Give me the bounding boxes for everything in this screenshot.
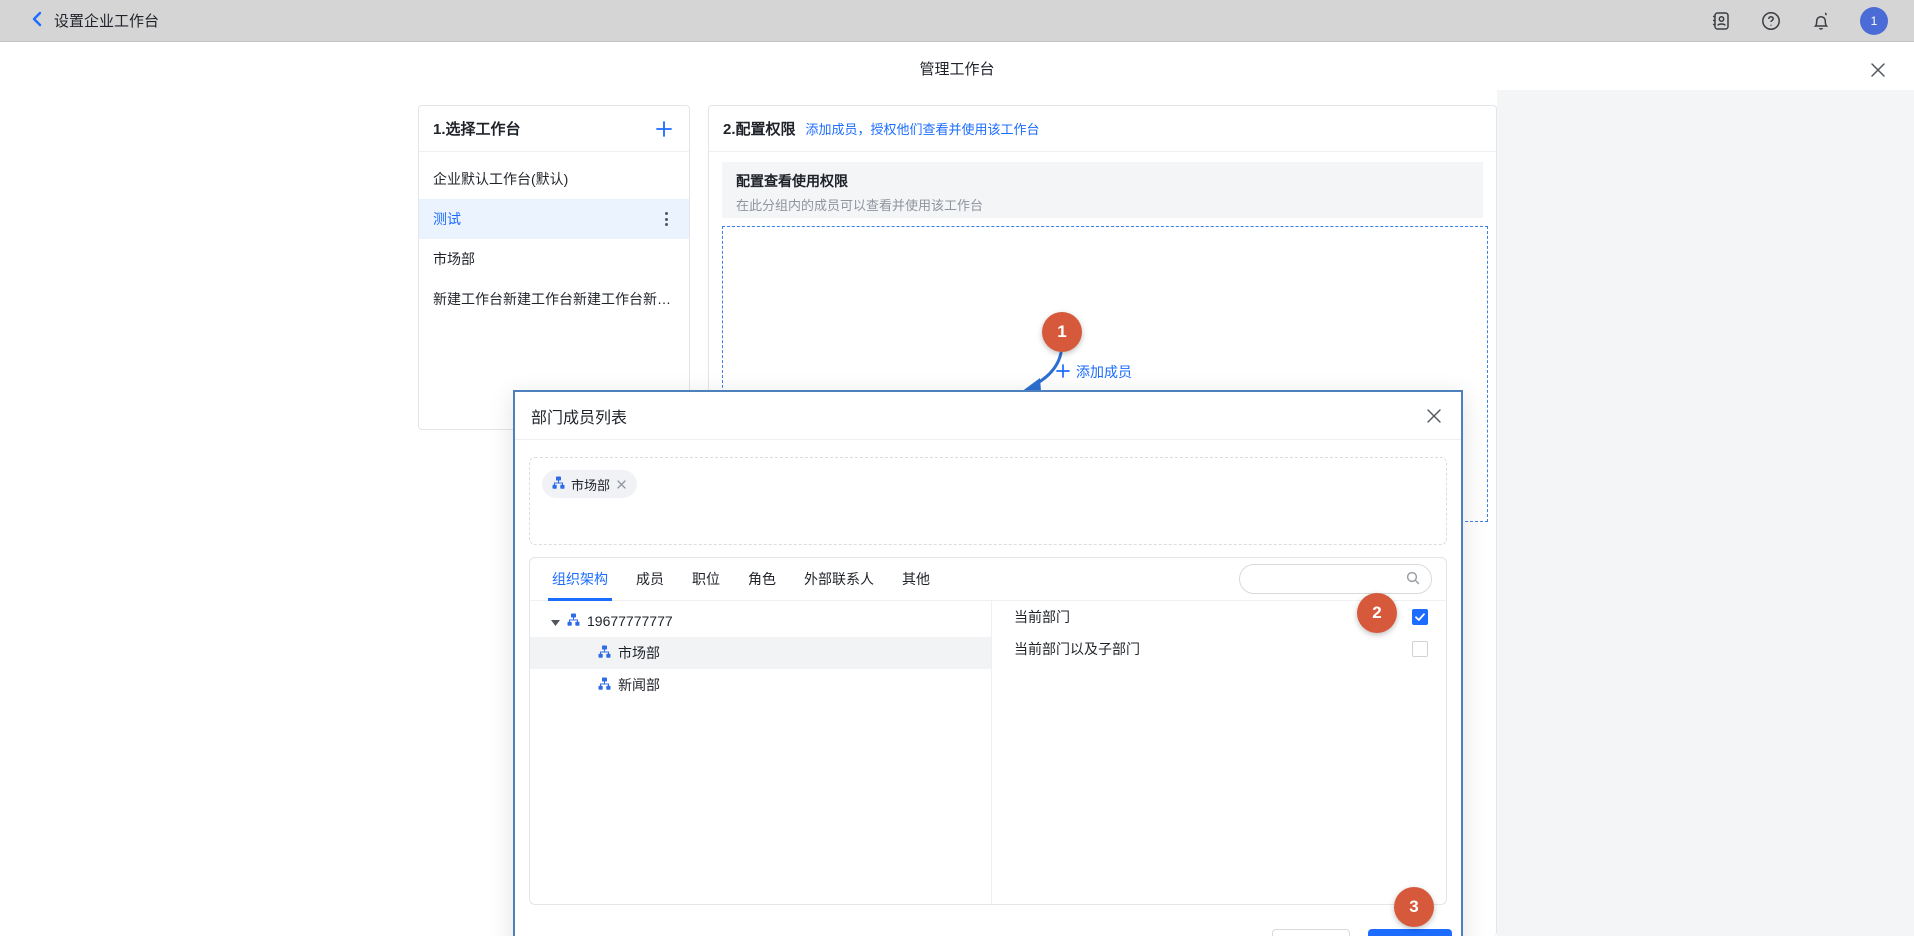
option-current-and-sub-dept: 当前部门以及子部门 <box>992 633 1446 665</box>
perm-section-header: 配置查看使用权限 在此分组内的成员可以查看并使用该工作台 <box>722 162 1483 218</box>
user-avatar[interactable]: 1 <box>1860 7 1888 35</box>
org-icon <box>567 613 580 629</box>
org-icon <box>598 645 611 661</box>
remove-tag-icon[interactable] <box>616 479 627 490</box>
tab-org-structure[interactable]: 组织架构 <box>552 558 608 601</box>
back-label: 设置企业工作台 <box>54 10 159 31</box>
step-badge-2: 2 <box>1357 593 1397 633</box>
picker-search <box>1239 564 1432 594</box>
tree-node-company[interactable]: 19677777777 <box>530 605 991 637</box>
tab-members[interactable]: 成员 <box>636 558 664 601</box>
app-root: 设置企业工作台 <box>0 0 1914 936</box>
tree-node-label: 19677777777 <box>587 613 673 629</box>
selected-tag: 市场部 <box>542 470 637 498</box>
page-title: 管理工作台 <box>0 58 1914 79</box>
checkbox-current-dept[interactable] <box>1412 609 1428 625</box>
right-gutter <box>1497 90 1914 936</box>
selected-tag-label: 市场部 <box>571 475 610 494</box>
caret-down-icon[interactable] <box>551 613 560 629</box>
cancel-button[interactable] <box>1272 929 1350 936</box>
option-label: 当前部门以及子部门 <box>1014 639 1140 659</box>
tab-roles[interactable]: 角色 <box>748 558 776 601</box>
checkbox-current-and-sub-dept[interactable] <box>1412 641 1428 657</box>
topbar-actions: 1 <box>1710 7 1888 35</box>
modal-header: 部门成员列表 <box>515 392 1461 440</box>
search-icon <box>1405 570 1421 589</box>
modal-close-icon[interactable] <box>1423 405 1445 427</box>
scope-options: 当前部门 当前部门以及子部门 <box>992 601 1446 904</box>
help-icon[interactable] <box>1760 10 1782 32</box>
perm-section-title: 配置查看使用权限 <box>736 171 1469 191</box>
tree-node-label: 市场部 <box>618 643 660 663</box>
back-nav[interactable]: 设置企业工作台 <box>30 10 159 31</box>
tree-node-label: 新闻部 <box>618 675 660 695</box>
org-icon <box>598 677 611 693</box>
department-member-modal: 部门成员列表 市场部 <box>513 390 1463 936</box>
workspace-list: 企业默认工作台(默认) 测试 市场部 新建工作台新建工作台新建工作台新建... <box>419 152 689 319</box>
step-badge-3: 3 <box>1394 887 1434 927</box>
org-tree: 19677777777 市场部 <box>530 601 992 904</box>
picker-tabs: 组织架构 成员 职位 角色 外部联系人 其他 <box>530 558 1446 601</box>
workspace-item-test[interactable]: 测试 <box>419 199 689 239</box>
member-picker: 组织架构 成员 职位 角色 外部联系人 其他 <box>529 557 1447 905</box>
tree-node-market-dept[interactable]: 市场部 <box>530 637 991 669</box>
search-input[interactable] <box>1250 571 1405 588</box>
notification-bell-icon[interactable] <box>1810 10 1832 32</box>
workspace-item-default[interactable]: 企业默认工作台(默认) <box>419 159 689 199</box>
picker-body: 19677777777 市场部 <box>530 601 1446 904</box>
permission-step-title: 2.配置权限 <box>723 118 796 139</box>
workspace-item-new[interactable]: 新建工作台新建工作台新建工作台新建... <box>419 279 689 319</box>
selected-members-box: 市场部 <box>529 457 1447 545</box>
perm-section-subtitle: 在此分组内的成员可以查看并使用该工作台 <box>736 195 1469 214</box>
tree-node-news-dept[interactable]: 新闻部 <box>530 669 991 701</box>
contacts-icon[interactable] <box>1710 10 1732 32</box>
add-workspace-icon[interactable] <box>653 118 675 140</box>
back-chevron-icon <box>30 11 44 30</box>
topbar: 设置企业工作台 <box>0 0 1914 42</box>
workspace-panel-title: 1.选择工作台 <box>433 118 521 139</box>
workspace-item-market[interactable]: 市场部 <box>419 239 689 279</box>
workspace-more-icon[interactable] <box>657 210 675 228</box>
tab-others[interactable]: 其他 <box>902 558 930 601</box>
modal-title: 部门成员列表 <box>531 404 627 428</box>
workspace-panel-header: 1.选择工作台 <box>419 106 689 152</box>
option-label: 当前部门 <box>1014 607 1070 627</box>
page-close-icon[interactable] <box>1866 58 1890 82</box>
workspace-panel: 1.选择工作台 企业默认工作台(默认) 测试 市场部 新建工作台新建工作台新建工… <box>418 105 690 430</box>
step-badge-1: 1 <box>1042 312 1082 352</box>
tab-positions[interactable]: 职位 <box>692 558 720 601</box>
permission-panel-header: 2.配置权限 添加成员，授权他们查看并使用该工作台 <box>709 106 1496 152</box>
tab-external-contacts[interactable]: 外部联系人 <box>804 558 874 601</box>
permission-step-hint: 添加成员，授权他们查看并使用该工作台 <box>806 119 1040 138</box>
confirm-button[interactable] <box>1368 929 1452 936</box>
org-icon <box>552 476 565 492</box>
